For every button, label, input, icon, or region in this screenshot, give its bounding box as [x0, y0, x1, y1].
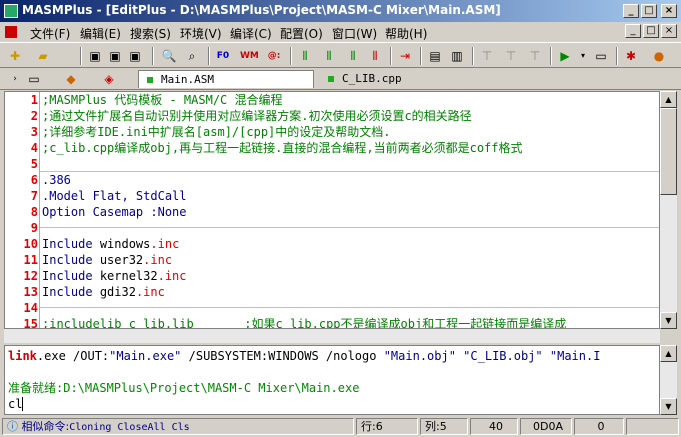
- bookmark-clear-icon[interactable]: ⫴: [366, 47, 384, 65]
- code-line: 14: [23, 301, 38, 315]
- title-bar: MASMPlus - [EditPlus - D:\MASMPlus\Proje…: [0, 0, 681, 22]
- status-row: 行:6: [356, 418, 418, 435]
- run-icon[interactable]: ▶: [556, 47, 574, 65]
- status-value: 0: [574, 418, 624, 435]
- menu-window[interactable]: 窗口(W): [332, 25, 377, 42]
- code-line: 1 ;MASMPlus 代码模板 - MASM/C 混合编程: [30, 93, 283, 107]
- window-list-icon[interactable]: ▭: [24, 70, 44, 88]
- indent-icon[interactable]: ⇥: [396, 47, 414, 65]
- code-line: 4 ;c_lib.cpp编译成obj,再与工程一起链接.直接的混合编程,当前两者必…: [30, 141, 523, 155]
- chevron-right-icon[interactable]: ›: [6, 70, 24, 88]
- status-empty: [626, 418, 679, 435]
- menu-file[interactable]: 文件(F): [30, 25, 70, 42]
- status-hint: ⓘ 相似命令:Cloning CloseAll Cls: [2, 418, 354, 435]
- code-line: 10 Include windows.inc: [23, 237, 180, 251]
- run-dropdown-icon[interactable]: ▾: [574, 47, 592, 65]
- code-line: 11 Include user32.inc: [23, 253, 173, 267]
- file-icon: [147, 77, 153, 83]
- menu-help[interactable]: 帮助(H): [385, 25, 427, 42]
- tab-c-lib-cpp[interactable]: C_LIB.cpp: [320, 70, 496, 88]
- bookmark-prev-icon[interactable]: ⫴: [344, 47, 362, 65]
- open-folder-icon[interactable]: ▰: [34, 47, 52, 65]
- tools-icon[interactable]: ✱: [622, 47, 640, 65]
- editor-horizontal-scrollbar[interactable]: [4, 329, 660, 343]
- scroll-down-icon[interactable]: ▼: [660, 312, 677, 329]
- mdi-minimize-button[interactable]: _: [625, 24, 641, 38]
- code-line: 3 ;详细参考IDE.ini中扩展名[asm]/[cpp]中的设定及帮助文档.: [30, 125, 391, 139]
- code-line: 12 Include kernel32.inc: [23, 269, 187, 283]
- save-all-icon[interactable]: ▣: [106, 47, 124, 65]
- code-line: 7 .Model Flat, StdCall: [30, 189, 187, 203]
- code-line: 9: [30, 221, 38, 235]
- window-title: MASMPlus - [EditPlus - D:\MASMPlus\Proje…: [22, 3, 501, 17]
- close-button[interactable]: ×: [661, 4, 677, 18]
- file-icon: [328, 76, 334, 82]
- build-all-icon[interactable]: ⊤: [526, 47, 544, 65]
- replace-icon[interactable]: ⌕: [183, 47, 201, 65]
- tab-bar: › ▭ ◆ ◈ Main.ASM C_LIB.cpp: [0, 68, 681, 90]
- info-icon: ⓘ: [7, 420, 18, 433]
- command-input[interactable]: cl: [8, 396, 31, 412]
- mdi-restore-button[interactable]: □: [643, 24, 659, 38]
- maximize-button[interactable]: □: [641, 4, 657, 18]
- ready-message: 准备就绪:D:\MASMPlus\Project\MASM-C Mixer\Ma…: [8, 381, 360, 395]
- window-icon[interactable]: ▭: [592, 47, 610, 65]
- bookmark-next-icon[interactable]: ⫴: [320, 47, 338, 65]
- scroll-up-icon[interactable]: ▲: [660, 345, 677, 362]
- code-line: 5: [30, 157, 38, 171]
- doc-icon[interactable]: [5, 26, 17, 38]
- menu-config[interactable]: 配置(O): [280, 25, 323, 42]
- status-bar: ⓘ 相似命令:Cloning CloseAll Cls 行:6 列:5 40 0…: [0, 416, 681, 437]
- scroll-up-icon[interactable]: ▲: [660, 91, 677, 108]
- code-line: 15 ;includelib c_lib.lib ;如果c_lib.cpp不是编译…: [23, 317, 567, 329]
- mdi-close-button[interactable]: ×: [661, 24, 677, 38]
- build-icon[interactable]: ⊤: [478, 47, 496, 65]
- menu-bar: 文件(F) 编辑(E) 搜索(S) 环境(V) 编译(C) 配置(O) 窗口(W…: [0, 22, 681, 42]
- code-line: 13 Include gdi32.inc: [23, 285, 165, 299]
- menu-edit[interactable]: 编辑(E): [80, 25, 121, 42]
- compile-icon[interactable]: ▤: [426, 47, 444, 65]
- menu-search[interactable]: 搜索(S): [130, 25, 171, 42]
- at-button[interactable]: @:: [265, 47, 283, 65]
- status-line-ending: 0D0A: [520, 418, 572, 435]
- link-icon[interactable]: ▥: [448, 47, 466, 65]
- color-icon[interactable]: ●: [650, 47, 668, 65]
- output-pane[interactable]: link.exe /OUT:"Main.exe" /SUBSYSTEM:WIND…: [4, 345, 660, 415]
- wm-button[interactable]: WM: [240, 47, 259, 65]
- color-palette-icon[interactable]: ◈: [100, 70, 118, 88]
- menu-environment[interactable]: 环境(V): [180, 25, 222, 42]
- save-as-icon[interactable]: ▣: [126, 47, 144, 65]
- find-icon[interactable]: 🔍: [160, 47, 178, 65]
- menu-compile[interactable]: 编译(C): [230, 25, 272, 42]
- tab-label: C_LIB.cpp: [342, 72, 402, 85]
- new-file-icon[interactable]: ✚: [6, 47, 24, 65]
- link-command-line: link.exe /OUT:"Main.exe" /SUBSYSTEM:WIND…: [8, 349, 601, 363]
- f0-button[interactable]: F0: [214, 47, 232, 65]
- scroll-down-icon[interactable]: ▼: [660, 398, 677, 415]
- toolbar: ✚ ▰ ▣ ▣ ▣ 🔍 ⌕ F0 WM @: ⫴ ⫴ ⫴ ⫴ ⇥ ▤ ▥ ⊤ ⊤…: [0, 42, 681, 68]
- status-column: 列:5: [420, 418, 468, 435]
- tab-label: Main.ASM: [161, 73, 214, 86]
- app-icon: [4, 4, 18, 18]
- minimize-button[interactable]: _: [623, 4, 639, 18]
- output-scrollbar[interactable]: ▲ ▼: [660, 345, 677, 415]
- code-line: 8 Option Casemap :None: [30, 205, 187, 219]
- code-editor[interactable]: 1 ;MASMPlus 代码模板 - MASM/C 混合编程 2 ;通过文件扩展名自…: [4, 91, 660, 329]
- project-icon[interactable]: ◆: [62, 70, 80, 88]
- editor-vertical-scrollbar[interactable]: ▲ ▼: [660, 91, 677, 329]
- code-line: 2 ;通过文件扩展名自动识别并使用对应编译器方案.初次使用必须设置c的相关路径: [30, 109, 472, 123]
- code-line: 6.386: [30, 173, 71, 187]
- status-char-code: 40: [470, 418, 518, 435]
- bookmark-icon[interactable]: ⫴: [296, 47, 314, 65]
- rebuild-icon[interactable]: ⊤: [502, 47, 520, 65]
- scroll-thumb[interactable]: [660, 108, 677, 195]
- save-icon[interactable]: ▣: [86, 47, 104, 65]
- tab-main-asm[interactable]: Main.ASM: [138, 70, 314, 88]
